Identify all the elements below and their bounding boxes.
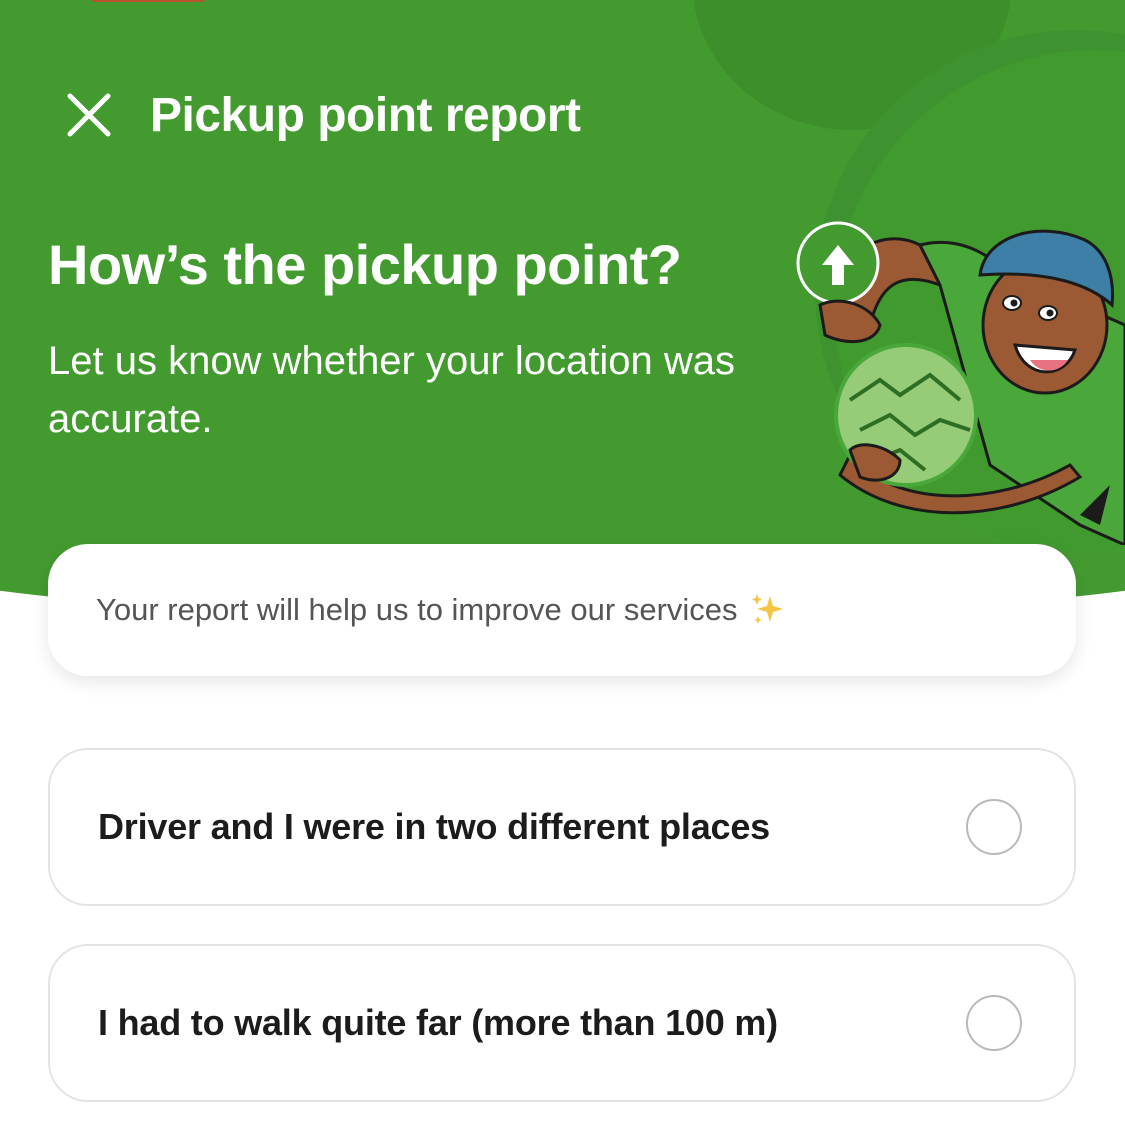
info-text: Your report will help us to improve our …: [96, 592, 738, 627]
option-label: I had to walk quite far (more than 100 m…: [98, 1002, 778, 1043]
top-edge-accent: [88, 0, 208, 2]
option-label: Driver and I were in two different place…: [98, 806, 770, 847]
option-walk-far[interactable]: I had to walk quite far (more than 100 m…: [48, 944, 1076, 1102]
info-card: Your report will help us to improve our …: [48, 544, 1076, 676]
option-different-places[interactable]: Driver and I were in two different place…: [48, 748, 1076, 906]
hero-subhead: Let us know whether your location was ac…: [48, 339, 736, 441]
close-icon: [67, 93, 111, 137]
radio-button[interactable]: [966, 995, 1022, 1051]
person-holding-map-illustration: [796, 221, 1125, 545]
sparkles-icon: [751, 594, 783, 624]
close-button[interactable]: [60, 86, 120, 146]
page-title: Pickup point report: [150, 89, 581, 142]
hero-headline: How’s the pickup point?: [48, 233, 682, 296]
page: Pickup point report How’s the pickup poi…: [0, 0, 1125, 1125]
radio-button[interactable]: [966, 799, 1022, 855]
